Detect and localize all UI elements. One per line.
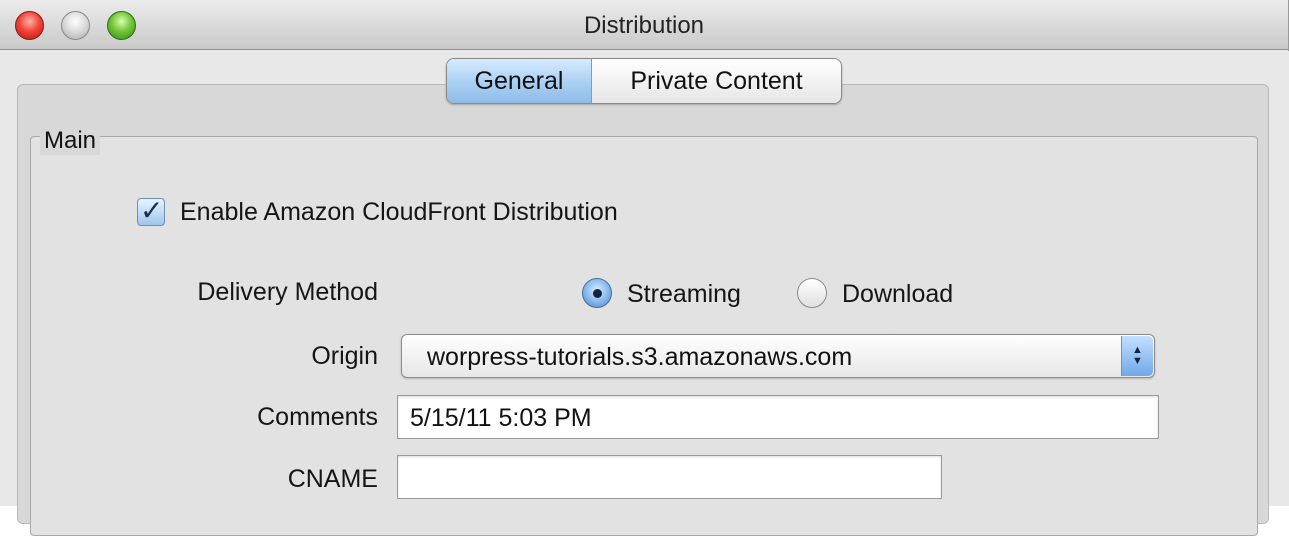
down-arrow-icon: ▼ [1132,355,1143,367]
download-label: Download [842,280,954,308]
origin-select[interactable]: worpress-tutorials.s3.amazonaws.com ▲ ▼ [401,334,1155,378]
window: Distribution General Private Content Mai… [0,0,1289,536]
updown-arrows-icon: ▲ ▼ [1121,336,1153,376]
comments-label: Comments [257,403,378,431]
tab-general[interactable]: General [447,59,592,103]
origin-select-value: worpress-tutorials.s3.amazonaws.com [427,343,853,371]
comments-value: 5/15/11 5:03 PM [410,404,592,432]
tab-private-content[interactable]: Private Content [592,59,841,103]
window-title: Distribution [583,12,705,39]
cname-field[interactable] [397,455,942,499]
radio-dot-icon [593,289,602,298]
checkmark-icon: ✓ [140,195,164,226]
streaming-label: Streaming [627,280,741,308]
enable-distribution-checkbox[interactable]: ✓ [137,195,165,226]
origin-label: Origin [311,342,378,370]
download-radio[interactable] [797,278,827,308]
title-bar[interactable]: Distribution [0,0,1288,50]
tab-bar: General Private Content [446,58,842,104]
comments-field[interactable]: 5/15/11 5:03 PM [397,395,1159,439]
delivery-method-label: Delivery Method [197,278,378,306]
cname-label: CNAME [287,465,378,493]
streaming-radio[interactable] [582,278,612,308]
enable-distribution-label: Enable Amazon CloudFront Distribution [180,198,618,226]
main-group-legend: Main [40,127,101,155]
